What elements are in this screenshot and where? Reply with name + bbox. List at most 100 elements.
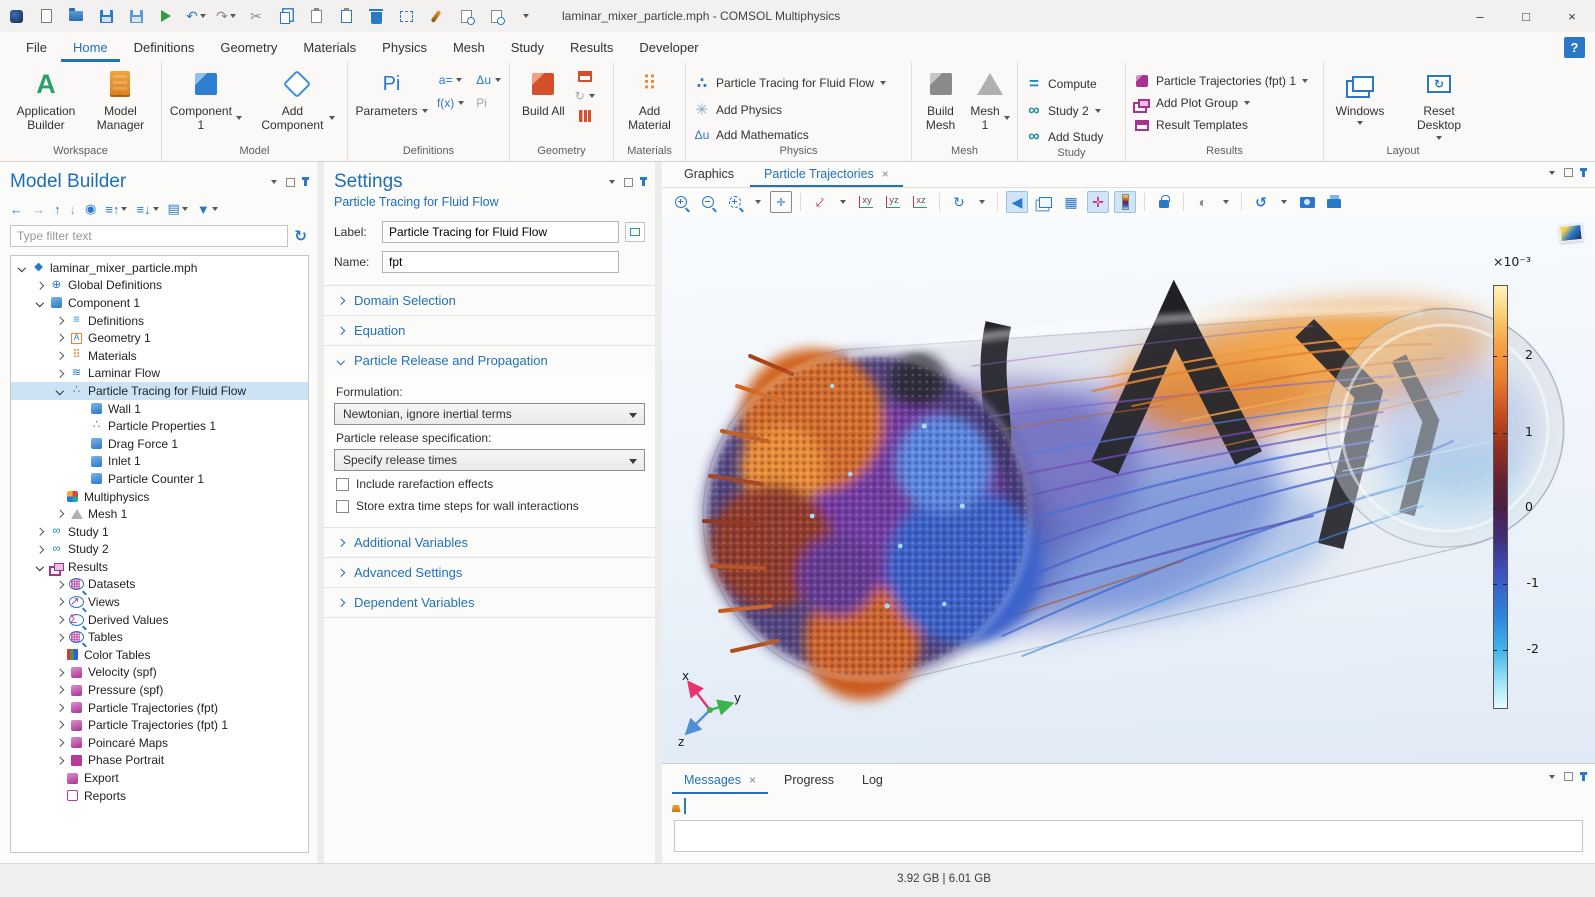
particle-tracing-ribbon-button[interactable]: ∴ Particle Tracing for Fluid Flow: [694, 74, 886, 92]
tree-item-results[interactable]: Results: [11, 558, 308, 576]
show-color-legend-icon[interactable]: [1114, 191, 1136, 213]
maximize-button[interactable]: □: [1503, 0, 1549, 32]
grid-icon[interactable]: ▦: [1060, 191, 1082, 213]
add-plot-group-button[interactable]: Add Plot Group: [1134, 96, 1308, 110]
tree-item-pressure[interactable]: Pressure (spf): [11, 681, 308, 699]
update-plot-icon[interactable]: ↺: [1250, 191, 1272, 213]
menu-home[interactable]: Home: [61, 35, 120, 62]
tab-messages[interactable]: Messages×: [672, 768, 768, 794]
environment-caret[interactable]: [1219, 191, 1233, 213]
close-tab-icon[interactable]: ×: [749, 773, 756, 787]
print-preview-icon[interactable]: [488, 8, 504, 24]
scene-light-icon[interactable]: ◀: [1006, 191, 1028, 213]
panel-menu-icon[interactable]: [1549, 775, 1555, 779]
rotate-caret[interactable]: [975, 191, 989, 213]
tree-item-derived-values[interactable]: ΣDerived Values: [11, 611, 308, 629]
save-as-icon[interactable]: [128, 8, 144, 24]
print-icon[interactable]: [1323, 191, 1345, 213]
show-icon[interactable]: ◉: [85, 201, 96, 217]
panel-menu-icon[interactable]: [609, 180, 615, 184]
graphics-canvas[interactable]: ×10⁻³ 2 1 0 -1 -2: [662, 216, 1595, 763]
model-manager-button[interactable]: Model Manager: [88, 67, 153, 135]
node-options-icon[interactable]: ▤: [168, 201, 188, 217]
undo-icon[interactable]: ↶: [188, 8, 204, 24]
delete-icon[interactable]: [368, 8, 384, 24]
clear-selection-icon[interactable]: [428, 8, 444, 24]
transparency-icon[interactable]: [1033, 191, 1055, 213]
copy-icon[interactable]: [278, 8, 294, 24]
add-mathematics-button[interactable]: Δu Add Mathematics: [694, 128, 886, 142]
lock-camera-icon[interactable]: [1153, 191, 1175, 213]
section-dependent-variables[interactable]: Dependent Variables: [324, 587, 655, 618]
view-yz-icon[interactable]: yz: [882, 191, 904, 213]
plot-thumbnail-icon[interactable]: [1558, 223, 1584, 243]
extra-steps-checkbox[interactable]: [336, 500, 349, 513]
menu-developer[interactable]: Developer: [627, 35, 710, 62]
view-xy-icon[interactable]: xy: [855, 191, 877, 213]
geometry-parts-icon[interactable]: [577, 110, 593, 122]
add-component-button[interactable]: Add Component: [256, 67, 339, 135]
panel-splitter[interactable]: [317, 162, 324, 863]
menu-study[interactable]: Study: [499, 35, 556, 62]
compute-button[interactable]: = Compute: [1026, 74, 1103, 94]
application-builder-button[interactable]: A Application Builder: [8, 67, 84, 135]
add-physics-button[interactable]: ✳ Add Physics: [694, 100, 886, 120]
tree-item-global-definitions[interactable]: ⊕Global Definitions: [11, 277, 308, 295]
mesh-1-button[interactable]: Mesh 1: [971, 67, 1009, 135]
tree-item-particle-trajectories-fpt[interactable]: Particle Trajectories (fpt): [11, 699, 308, 717]
filter-icon[interactable]: ▼: [197, 202, 218, 217]
tree-item-geometry-1[interactable]: AGeometry 1: [11, 329, 308, 347]
filter-input[interactable]: [10, 225, 288, 247]
go-to-view-icon[interactable]: ⤦: [809, 191, 831, 213]
menu-physics[interactable]: Physics: [370, 35, 439, 62]
rotate-icon[interactable]: ↻: [948, 191, 970, 213]
pin-icon[interactable]: [304, 178, 307, 186]
tree-item-particle-tracing[interactable]: ∴Particle Tracing for Fluid Flow: [11, 382, 308, 400]
tree-item-drag-force-1[interactable]: Drag Force 1: [11, 435, 308, 453]
tree-item-particle-counter-1[interactable]: Particle Counter 1: [11, 470, 308, 488]
study-2-button[interactable]: ∞ Study 2: [1026, 102, 1103, 120]
tree-item-velocity[interactable]: Velocity (spf): [11, 664, 308, 682]
reset-desktop-button[interactable]: ↻ Reset Desktop: [1404, 67, 1474, 142]
cut-icon[interactable]: ✂: [248, 8, 264, 24]
menu-mesh[interactable]: Mesh: [441, 35, 497, 62]
move-down-icon[interactable]: ↓: [70, 202, 77, 217]
new-file-icon[interactable]: [38, 8, 54, 24]
tree-item-views[interactable]: ↗Views: [11, 593, 308, 611]
menu-file[interactable]: File: [14, 35, 59, 62]
tab-progress[interactable]: Progress: [772, 768, 846, 794]
result-templates-button[interactable]: Result Templates: [1134, 118, 1308, 132]
messages-output[interactable]: [674, 820, 1583, 852]
particle-trajectories-plot-button[interactable]: Particle Trajectories (fpt) 1: [1134, 74, 1308, 88]
tree-item-poincare-maps[interactable]: Poincaré Maps: [11, 734, 308, 752]
tree-item-particle-trajectories-fpt-1[interactable]: Particle Trajectories (fpt) 1: [11, 716, 308, 734]
pin-icon[interactable]: [642, 178, 645, 186]
tree-item-color-tables[interactable]: Color Tables: [11, 646, 308, 664]
float-panel-icon[interactable]: [286, 178, 295, 187]
nonlocal-couplings-button[interactable]: Δu: [476, 73, 501, 87]
parameters-button[interactable]: Pi Parameters: [356, 67, 427, 120]
close-tab-icon[interactable]: ×: [882, 167, 889, 181]
tree-item-component-1[interactable]: Component 1: [11, 294, 308, 312]
menu-results[interactable]: Results: [558, 35, 625, 62]
add-study-button[interactable]: ∞ Add Study: [1026, 128, 1103, 146]
tree-item-laminar-flow[interactable]: ≋Laminar Flow: [11, 365, 308, 383]
minimize-button[interactable]: –: [1457, 0, 1503, 32]
section-additional-variables[interactable]: Additional Variables: [324, 527, 655, 557]
rename-icon[interactable]: [625, 222, 645, 242]
formulation-select[interactable]: Newtonian, ignore inertial terms: [334, 403, 645, 425]
tree-item-datasets[interactable]: ▦Datasets: [11, 576, 308, 594]
zoom-in-icon[interactable]: [670, 191, 692, 213]
pin-icon[interactable]: [1582, 169, 1585, 177]
select-box-icon[interactable]: [398, 8, 414, 24]
menu-geometry[interactable]: Geometry: [208, 35, 289, 62]
collapse-tree-icon[interactable]: ≡↓: [136, 202, 158, 217]
zoom-box-caret[interactable]: [751, 191, 765, 213]
tree-item-multiphysics[interactable]: Multiphysics: [11, 488, 308, 506]
section-particle-release[interactable]: Particle Release and Propagation: [324, 345, 655, 375]
tree-item-export[interactable]: Export: [11, 769, 308, 787]
comsol-logo-icon[interactable]: [8, 8, 24, 24]
show-axis-orientation-icon[interactable]: ✛: [1087, 191, 1109, 213]
add-material-button[interactable]: ⠿ Add Material: [622, 67, 677, 135]
environment-reflections-icon[interactable]: ◐: [1192, 191, 1214, 213]
